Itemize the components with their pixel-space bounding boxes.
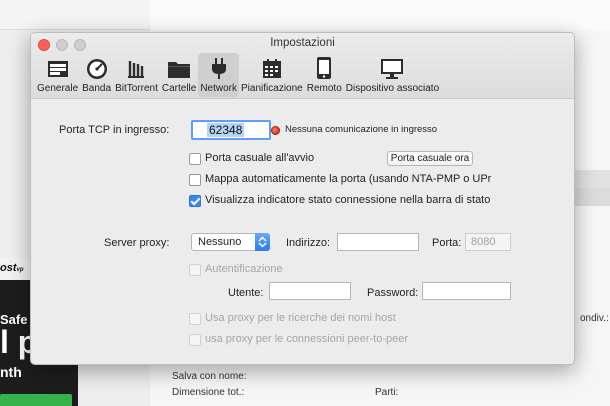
tab-cartelle[interactable]: Cartelle [160, 53, 198, 97]
background-toolbar [0, 0, 610, 30]
port-input[interactable]: 62348 [191, 120, 271, 140]
random-port-button[interactable]: Porta casuale ora [387, 151, 473, 166]
tab-label: Pianificazione [241, 83, 303, 94]
show-indicator-label: Visualizza indicatore stato connessione … [205, 194, 491, 206]
map-port-checkbox[interactable] [189, 174, 201, 186]
proxy-p2p-label: usa proxy per le connessioni peer-to-pee… [205, 333, 409, 345]
tab-label: Banda [82, 83, 112, 94]
proxy-p2p-checkbox[interactable] [189, 334, 201, 346]
address-label: Indirizzo: [286, 237, 331, 249]
background-label-parti: Parti: [375, 387, 399, 398]
tab-generale[interactable]: Generale [35, 53, 80, 97]
plug-icon [208, 53, 230, 80]
speedometer-icon [86, 53, 108, 80]
calendar-icon [261, 53, 283, 80]
port-label: Porta TCP in ingresso: [59, 124, 170, 136]
background-label-salva: Salva con nome: [172, 371, 247, 382]
background-label-dimensione: Dimensione tot.: [172, 387, 245, 398]
ad-brand: ostvp [0, 262, 24, 274]
general-icon [47, 53, 69, 80]
proxy-select-value: Nessuno [198, 236, 242, 248]
proxy-address-input[interactable] [337, 233, 419, 251]
background-row [575, 188, 610, 206]
updown-arrows-icon [255, 233, 270, 251]
tab-dispositivo-associato[interactable]: Dispositivo associato [344, 53, 441, 97]
show-indicator-checkbox[interactable] [189, 195, 201, 207]
preferences-toolbar: Generale Banda BitTorrent Cartelle Netwo… [35, 53, 441, 97]
tab-label: Remoto [306, 83, 342, 94]
user-input[interactable] [269, 282, 351, 300]
auth-checkbox[interactable] [189, 264, 201, 276]
proxy-port-input[interactable]: 8080 [465, 233, 511, 251]
password-input[interactable] [422, 282, 511, 300]
tab-label: Cartelle [161, 83, 197, 94]
phone-icon [316, 53, 332, 80]
random-port-checkbox[interactable] [189, 153, 201, 165]
random-port-label: Porta casuale all'avvio [205, 152, 315, 164]
background-label-condiv: ondiv.: [580, 313, 609, 324]
tab-label: Network [200, 83, 238, 94]
password-label: Password: [367, 287, 419, 299]
status-indicator-icon [271, 126, 280, 135]
port-value: 62348 [207, 123, 245, 137]
port-status-text: Nessuna comunicazione in ingresso [285, 124, 438, 135]
user-label: Utente: [228, 287, 264, 299]
proxy-label: Server proxy: [104, 237, 170, 249]
bittorrent-icon [125, 53, 147, 80]
tab-remoto[interactable]: Remoto [305, 53, 344, 97]
proxy-port-label: Porta: [432, 237, 462, 249]
ad-button[interactable] [0, 394, 72, 406]
tab-network[interactable]: Network [198, 53, 240, 97]
dialog-title: Impostazioni [270, 37, 335, 49]
folder-icon [167, 53, 191, 80]
proxy-dns-checkbox[interactable] [189, 313, 201, 325]
ad-text: nth [0, 364, 22, 380]
tab-label: Dispositivo associato [345, 83, 440, 94]
proxy-port-placeholder: 8080 [471, 236, 496, 248]
tab-pianificazione[interactable]: Pianificazione [239, 53, 305, 97]
auth-label: Autentificazione [205, 263, 283, 275]
preferences-dialog: Impostazioni Generale Banda BitTorrent C… [30, 32, 575, 365]
proxy-select[interactable]: Nessuno [191, 233, 270, 251]
tab-bittorrent[interactable]: BitTorrent [113, 53, 160, 97]
map-port-label: Mappa automaticamente la porta (usando N… [205, 173, 492, 185]
proxy-dns-label: Usa proxy per le ricerche dei nomi host [205, 312, 396, 324]
tab-label: BitTorrent [115, 83, 158, 94]
monitor-icon [380, 53, 404, 80]
tab-label: Generale [37, 83, 79, 94]
dialog-titlebar: Impostazioni Generale Banda BitTorrent C… [31, 33, 574, 99]
tab-banda[interactable]: Banda [80, 53, 113, 97]
background-row [575, 170, 610, 188]
